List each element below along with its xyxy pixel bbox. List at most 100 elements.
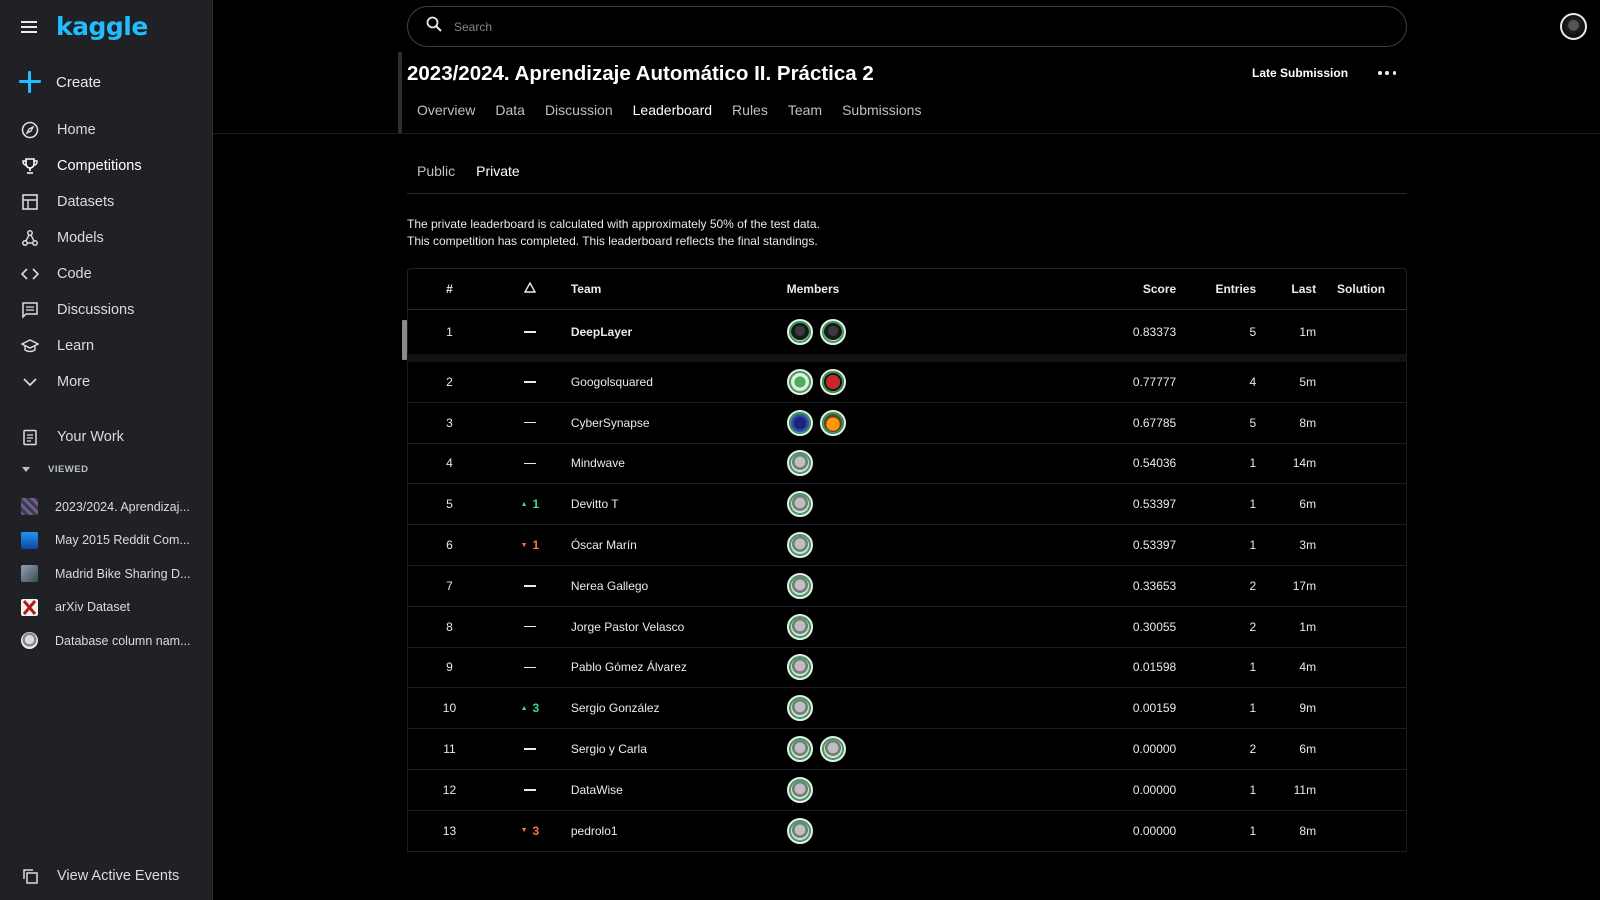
trophy-icon — [20, 156, 40, 176]
member-avatar[interactable] — [819, 409, 846, 436]
table-row[interactable]: 11 Sergio y Carla 0.00000 2 6m — [407, 729, 1407, 770]
sidebar-item-competitions[interactable]: Competitions — [0, 148, 212, 184]
viewed-heading: VIEWED — [48, 464, 89, 475]
team-name[interactable]: CyberSynapse — [569, 416, 787, 430]
search-bar[interactable] — [407, 6, 1407, 47]
menu-icon[interactable] — [18, 16, 40, 38]
table-row[interactable]: 1 DeepLayer 0.83373 5 1m — [402, 310, 1407, 362]
table-row[interactable]: 12 DataWise 0.00000 1 11m — [407, 769, 1407, 811]
tab-data[interactable]: Data — [495, 102, 525, 130]
viewed-item[interactable]: Database column nam... — [0, 624, 212, 658]
member-avatar[interactable] — [786, 817, 813, 844]
viewed-item[interactable]: Madrid Bike Sharing D... — [0, 557, 212, 591]
table-row[interactable]: 13 ▼ 3 pedrolo1 0.00000 1 8m — [407, 810, 1407, 852]
tab-leaderboard[interactable]: Leaderboard — [633, 102, 712, 130]
tab-overview[interactable]: Overview — [417, 102, 475, 130]
member-avatar[interactable] — [786, 409, 813, 436]
members-cell — [786, 695, 987, 722]
member-avatar[interactable] — [786, 450, 813, 477]
viewed-item[interactable]: May 2015 Reddit Com... — [0, 524, 212, 558]
subtab-private[interactable]: Private — [476, 163, 520, 179]
table-row[interactable]: 3 CyberSynapse 0.67785 5 8m — [407, 402, 1407, 444]
sidebar-item-more[interactable]: More — [0, 364, 212, 400]
no-change-dash — [523, 666, 536, 669]
col-team[interactable]: Team — [569, 282, 787, 296]
more-options-icon[interactable] — [1378, 66, 1396, 80]
rank-change-cell: ▼ 3 — [491, 824, 569, 838]
tab-discussion[interactable]: Discussion — [545, 102, 613, 130]
sidebar-item-home[interactable]: Home — [0, 112, 212, 148]
team-name[interactable]: Óscar Marín — [569, 538, 787, 552]
create-button[interactable]: Create — [18, 70, 101, 94]
no-change-dash — [523, 462, 536, 465]
tab-team[interactable]: Team — [788, 102, 822, 130]
subtab-public[interactable]: Public — [417, 163, 455, 179]
entries-cell: 1 — [1249, 782, 1257, 797]
view-active-events-button[interactable]: View Active Events — [0, 858, 212, 894]
caret-down-icon — [22, 467, 30, 472]
member-avatar[interactable] — [786, 695, 813, 722]
member-avatar[interactable] — [786, 319, 813, 345]
tab-rules[interactable]: Rules — [732, 102, 768, 130]
last-cell: 11m — [1293, 782, 1317, 797]
table-row[interactable]: 6 ▼ 1 Óscar Marín 0.53397 1 3m — [407, 525, 1407, 566]
chevron-down-icon — [20, 372, 40, 392]
col-entries[interactable]: Entries — [1176, 282, 1256, 296]
member-avatar[interactable] — [786, 654, 813, 681]
team-name[interactable]: Devitto T — [569, 497, 787, 511]
discussion-icon — [20, 300, 40, 320]
table-row[interactable]: 7 Nerea Gallego 0.33653 2 17m — [407, 565, 1407, 607]
team-name[interactable]: DeepLayer — [569, 325, 787, 339]
member-avatar[interactable] — [786, 572, 813, 599]
sidebar-item-learn[interactable]: Learn — [0, 328, 212, 364]
col-rank[interactable]: # — [408, 282, 491, 296]
member-avatar[interactable] — [819, 368, 846, 395]
member-avatar[interactable] — [786, 368, 813, 395]
viewed-thumbnail — [21, 498, 38, 516]
table-row[interactable]: 10 ▲ 3 Sergio González 0.00159 1 9m — [407, 688, 1407, 730]
members-cell — [786, 736, 987, 763]
member-avatar[interactable] — [786, 776, 813, 803]
table-row[interactable]: 5 ▲ 1 Devitto T 0.53397 1 6m — [407, 484, 1407, 526]
team-name[interactable]: Mindwave — [569, 456, 787, 470]
member-avatar[interactable] — [819, 319, 846, 345]
sidebar-item-your-work[interactable]: Your Work — [0, 419, 212, 455]
sidebar-item-discussions[interactable]: Discussions — [0, 292, 212, 328]
search-input[interactable] — [454, 19, 1254, 34]
col-score[interactable]: Score — [986, 282, 1176, 296]
sidebar-item-code[interactable]: Code — [0, 256, 212, 292]
tab-submissions[interactable]: Submissions — [842, 102, 921, 130]
member-avatar[interactable] — [786, 491, 813, 518]
viewed-item[interactable]: arXiv Dataset — [0, 591, 212, 625]
sidebar-item-models[interactable]: Models — [0, 220, 212, 256]
viewed-item[interactable]: 2023/2024. Aprendizaj... — [0, 490, 212, 524]
rank-change-cell — [491, 462, 569, 465]
viewed-toggle[interactable]: VIEWED — [22, 464, 88, 475]
member-avatar[interactable] — [786, 736, 813, 763]
table-row[interactable]: 4 Mindwave 0.54036 1 14m — [407, 443, 1407, 485]
table-row[interactable]: 2 Googolsquared 0.77777 4 5m — [407, 362, 1407, 403]
team-name[interactable]: Sergio y Carla — [569, 742, 787, 756]
sidebar-item-datasets[interactable]: Datasets — [0, 184, 212, 220]
team-name[interactable]: Pablo Gómez Álvarez — [569, 660, 787, 674]
col-last[interactable]: Last — [1256, 282, 1316, 296]
table-row[interactable]: 9 Pablo Gómez Álvarez 0.01598 1 4m — [407, 647, 1407, 689]
viewed-list: 2023/2024. Aprendizaj... May 2015 Reddit… — [0, 490, 212, 658]
team-name[interactable]: Googolsquared — [569, 375, 787, 389]
entries-cell: 2 — [1249, 619, 1257, 634]
user-avatar[interactable] — [1560, 13, 1587, 40]
table-row[interactable]: 8 Jorge Pastor Velasco 0.30055 2 1m — [407, 606, 1407, 648]
member-avatar[interactable] — [786, 613, 813, 640]
rank-change-value: 1 — [532, 538, 540, 553]
col-delta[interactable] — [491, 281, 569, 296]
member-avatar[interactable] — [819, 736, 846, 763]
sidebar-item-label: Competitions — [57, 158, 142, 174]
team-name[interactable]: Nerea Gallego — [569, 579, 787, 593]
team-name[interactable]: pedrolo1 — [569, 824, 787, 838]
team-name[interactable]: Sergio González — [569, 701, 787, 715]
team-name[interactable]: DataWise — [569, 783, 787, 797]
member-avatar[interactable] — [786, 532, 813, 559]
kaggle-logo[interactable]: kaggle — [56, 12, 148, 41]
late-submission-button[interactable]: Late Submission — [1252, 66, 1348, 80]
team-name[interactable]: Jorge Pastor Velasco — [569, 620, 787, 634]
